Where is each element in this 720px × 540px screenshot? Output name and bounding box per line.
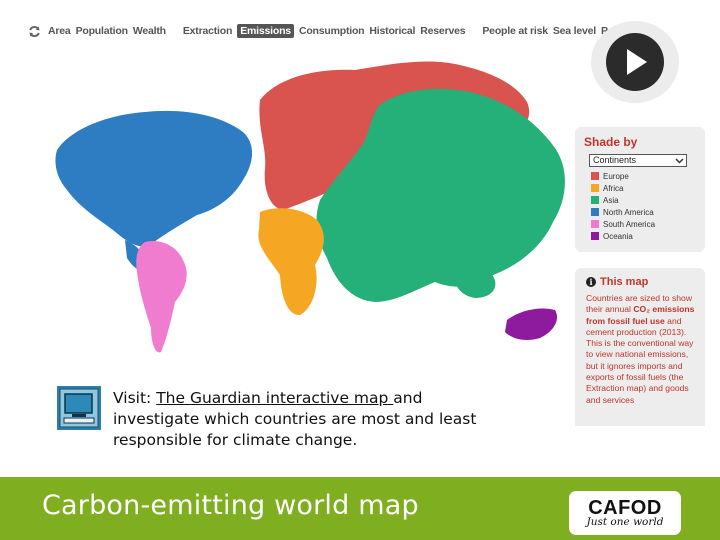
legend-swatch xyxy=(591,220,599,229)
visit-instructions: Visit: The Guardian interactive map and … xyxy=(113,389,477,449)
shade-by-select[interactable]: Continents xyxy=(589,154,687,167)
guardian-interactive-map-link[interactable]: The Guardian interactive map xyxy=(156,389,393,407)
region-south-america xyxy=(136,240,187,353)
nav-reserves[interactable]: Reserves xyxy=(420,25,465,37)
region-north-america xyxy=(55,110,253,247)
legend-item-south-america: South America xyxy=(591,219,698,230)
legend-item-europe: Europe xyxy=(591,171,698,182)
cartogram-map xyxy=(55,61,565,353)
this-map-title: This map xyxy=(600,276,649,288)
nav-consumption[interactable]: Consumption xyxy=(299,25,365,37)
shade-by-selected: Continents xyxy=(593,155,637,165)
computer-monitor-icon xyxy=(56,385,102,431)
legend-swatch xyxy=(591,184,599,193)
legend-item-oceania: Oceania xyxy=(591,231,698,242)
nav-emissions[interactable]: Emissions xyxy=(237,24,294,38)
legend-swatch xyxy=(591,232,599,241)
shade-by-title: Shade by xyxy=(584,135,638,149)
legend-item-asia: Asia xyxy=(591,195,698,206)
info-icon: i xyxy=(586,277,596,287)
play-icon xyxy=(606,33,664,91)
legend-swatch xyxy=(591,172,599,181)
region-oceania xyxy=(505,308,558,340)
legend-item-north-america: North America xyxy=(591,207,698,218)
legend-item-africa: Africa xyxy=(591,183,698,194)
nav-area[interactable]: Area xyxy=(48,25,71,37)
footer-bar: Carbon-emitting world map CAFOD Just one… xyxy=(0,477,720,540)
shade-by-panel: Shade by Continents Europe Africa Asia N… xyxy=(575,127,705,252)
legend-swatch xyxy=(591,208,599,217)
cafod-logo: CAFOD Just one world xyxy=(569,491,681,535)
nav-extraction[interactable]: Extraction xyxy=(183,25,233,37)
this-map-panel: i This map Countries are sized to show t… xyxy=(575,268,705,426)
legend-swatch xyxy=(591,196,599,205)
nav-people-at-risk[interactable]: People at risk xyxy=(482,25,548,37)
this-map-description: Countries are sized to show their annual… xyxy=(586,293,695,405)
play-button[interactable] xyxy=(591,21,679,103)
nav-wealth[interactable]: Wealth xyxy=(133,25,166,37)
nav-population[interactable]: Population xyxy=(76,25,128,37)
refresh-icon[interactable] xyxy=(28,24,42,38)
region-africa xyxy=(258,208,324,316)
nav-historical[interactable]: Historical xyxy=(369,25,415,37)
nav-sea-level[interactable]: Sea level xyxy=(553,25,596,37)
chevron-down-icon xyxy=(675,156,684,168)
map-nav: Area Population Wealth Extraction Emissi… xyxy=(28,22,643,40)
slide-title: Carbon-emitting world map xyxy=(42,490,419,521)
